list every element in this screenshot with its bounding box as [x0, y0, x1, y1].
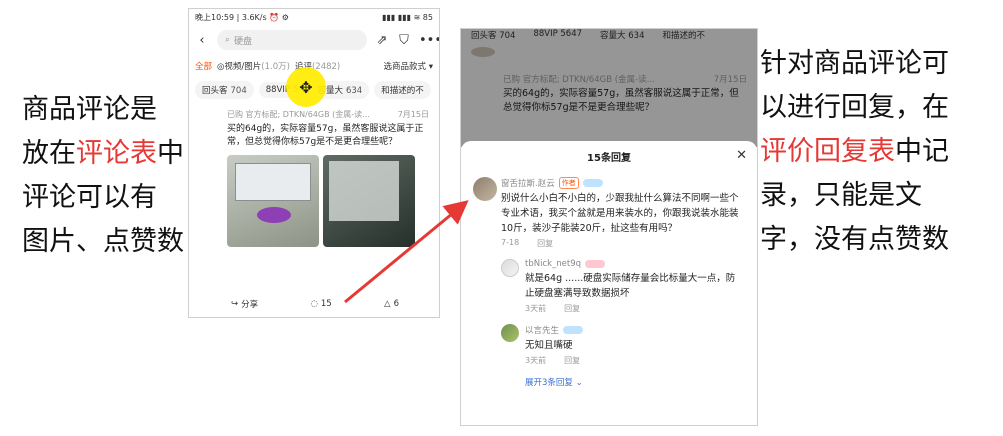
replies-phone-screen: 回头客 704 88VIP 5647 容量大 634 和描述的不 已购 官方标配; D… [460, 28, 758, 426]
right-caption-line: 录，只能是文 [760, 174, 949, 218]
right-caption-segment: 以进行回复，在 [760, 92, 949, 123]
reply-text: 就是64g ......硬盘实际储存量会比标量大一点，防止硬盘塞满导致数据损坏 [525, 273, 736, 299]
reply-user: 窗舌拉斯.赵云 作者 [501, 177, 743, 189]
modal-overlay[interactable] [461, 29, 757, 147]
review-actions: ↪ 分享 ◌ 15 △ 6 [189, 295, 439, 313]
review-tag[interactable]: 和描述的不 [374, 81, 431, 99]
touch-cursor-highlight: ✥ [286, 67, 326, 107]
review-meta: 已购 官方标配; DTKN/64GB (金属-读... 7月15日 [227, 109, 429, 120]
style-select[interactable]: 选商品款式 ▾ [384, 60, 433, 72]
right-caption-line: 字，没有点赞数 [760, 218, 949, 262]
reviews-phone-screen: 晚上10:59 | 3.6K/s ⏰ ⚙ ▮▮▮ ▮▮▮ ≋ 85 ‹ ⌕ 硬盘… [188, 8, 440, 318]
search-icon: ⌕ [225, 35, 231, 45]
left-caption-segment: 评论表 [76, 138, 157, 169]
close-icon[interactable]: ✕ [736, 148, 747, 163]
reply-user: 以言先生 [525, 324, 743, 336]
review-item: 已购 官方标配; DTKN/64GB (金属-读... 7月15日 买的64g的… [189, 103, 439, 247]
photo-window-shape [329, 161, 399, 221]
share-arrow-icon: ↪ [231, 299, 239, 309]
right-caption: 针对商品评论可 以进行回复，在 评价回复表中记 录，只能是文 字，没有点赞数 [760, 42, 949, 262]
like-button[interactable]: △ 6 [384, 299, 399, 309]
share-button[interactable]: ↪ 分享 [231, 298, 258, 310]
right-caption-segment: 字，没有点赞数 [760, 224, 949, 255]
reply-time: 3天前 [525, 304, 547, 313]
avatar[interactable] [501, 259, 519, 277]
reply-footer: 7-18 回复 [501, 238, 743, 249]
right-caption-segment: 评价回复表 [760, 136, 895, 167]
search-input[interactable]: ⌕ 硬盘 [217, 30, 367, 50]
right-caption-segment: 针对商品评论可 [760, 48, 949, 79]
reply-item: 窗舌拉斯.赵云 作者 别说什么小白不小白的，少跟我扯什么算法不同啊一些个专业术语… [461, 177, 757, 249]
author-badge: 作者 [558, 177, 579, 189]
move-cursor-icon: ✥ [299, 77, 313, 97]
reply-item: tbNick_net9q 就是64g ......硬盘实际储存量会比标量大一点，… [461, 259, 757, 314]
avatar[interactable] [501, 324, 519, 342]
reply-text: 别说什么小白不小白的，少跟我扯什么算法不同啊一些个专业术语，我买个盆就是用来装水… [501, 193, 739, 234]
photo-screen-shape [235, 163, 311, 201]
like-icon: △ [384, 299, 391, 309]
cart-icon[interactable]: ⛉ [397, 33, 411, 48]
more-icon[interactable]: ••• [419, 33, 439, 48]
status-time: 晚上10:59 | 3.6K/s [195, 12, 267, 22]
status-icons: ⏰ ⚙ [269, 12, 289, 22]
review-spec: 已购 官方标配; DTKN/64GB (金属-读... [227, 110, 370, 119]
reply-time: 7-18 [501, 238, 520, 247]
search-placeholder: 硬盘 [234, 36, 253, 47]
comment-icon: ◌ [310, 299, 318, 309]
review-photo-2[interactable] [323, 155, 415, 247]
left-caption-segment: 商品评论是 [22, 94, 157, 125]
left-caption-line: 放在评论表中 [22, 132, 184, 176]
left-caption-segment: 图片、点赞数 [22, 226, 184, 257]
filter-video[interactable]: ◎视频/图片(1.0万) [217, 60, 290, 72]
expand-replies-link[interactable]: 展开3条回复 ⌄ [461, 376, 757, 388]
share-icon[interactable]: ⇗ [375, 33, 389, 48]
reply-footer: 3天前 回复 [525, 355, 743, 366]
right-caption-segment: 中记 [895, 136, 949, 167]
reply-button[interactable]: 回复 [564, 303, 580, 314]
left-caption-segment: 放在 [22, 138, 76, 169]
reply-text: 无知且嘴硬 [525, 340, 573, 351]
right-caption-segment: 录，只能是文 [760, 180, 922, 211]
left-caption-line: 图片、点赞数 [22, 220, 184, 264]
status-right: ▮▮▮ ▮▮▮ ≋ 85 [382, 12, 433, 22]
right-caption-line: 以进行回复，在 [760, 86, 949, 130]
reply-user: tbNick_net9q [525, 259, 743, 269]
level-badge-icon [582, 179, 603, 187]
reply-time: 3天前 [525, 356, 547, 365]
nav-bar: ‹ ⌕ 硬盘 ⇗ ⛉ ••• [189, 25, 439, 55]
level-badge-icon [563, 326, 584, 334]
review-date: 7月15日 [397, 110, 429, 119]
sheet-header: 15条回复 ✕ [461, 141, 757, 171]
photo-disk-shape [257, 207, 291, 223]
review-photo-1[interactable] [227, 155, 319, 247]
left-caption-line: 评论可以有 [22, 176, 184, 220]
sheet-title: 15条回复 [587, 152, 631, 164]
left-caption-segment: 评论可以有 [22, 182, 157, 213]
review-photos [227, 155, 429, 247]
review-tag[interactable]: 回头客 704 [195, 81, 254, 99]
right-caption-line: 针对商品评论可 [760, 42, 949, 86]
reply-footer: 3天前 回复 [525, 303, 743, 314]
comment-button[interactable]: ◌ 15 [310, 299, 331, 309]
filter-all[interactable]: 全部 [195, 60, 212, 72]
screenshot-stage: 商品评论是 放在评论表中 评论可以有 图片、点赞数 晚上10:59 | 3.6K/s … [0, 0, 1003, 436]
left-caption-segment: 中 [157, 138, 184, 169]
reply-item: 以言先生 无知且嘴硬 3天前 回复 [461, 324, 757, 366]
left-caption-line: 商品评论是 [22, 88, 184, 132]
back-icon[interactable]: ‹ [195, 33, 209, 48]
left-caption: 商品评论是 放在评论表中 评论可以有 图片、点赞数 [22, 88, 184, 264]
right-caption-line: 评价回复表中记 [760, 130, 949, 174]
level-badge-icon [585, 260, 606, 268]
reply-button[interactable]: 回复 [564, 355, 580, 366]
dimmed-review-background: 回头客 704 88VIP 5647 容量大 634 和描述的不 已购 官方标配; D… [461, 29, 757, 147]
status-bar: 晚上10:59 | 3.6K/s ⏰ ⚙ ▮▮▮ ▮▮▮ ≋ 85 [189, 9, 439, 25]
avatar[interactable] [473, 177, 497, 201]
review-text: 买的64g的，实际容量57g，虽然客服说这属于正常，但总觉得你标57g是不是更合… [227, 124, 424, 147]
replies-sheet: 15条回复 ✕ 窗舌拉斯.赵云 作者 别说什么小白不小白的，少跟我扯什么算法不同… [461, 141, 757, 425]
reply-button[interactable]: 回复 [537, 238, 553, 249]
